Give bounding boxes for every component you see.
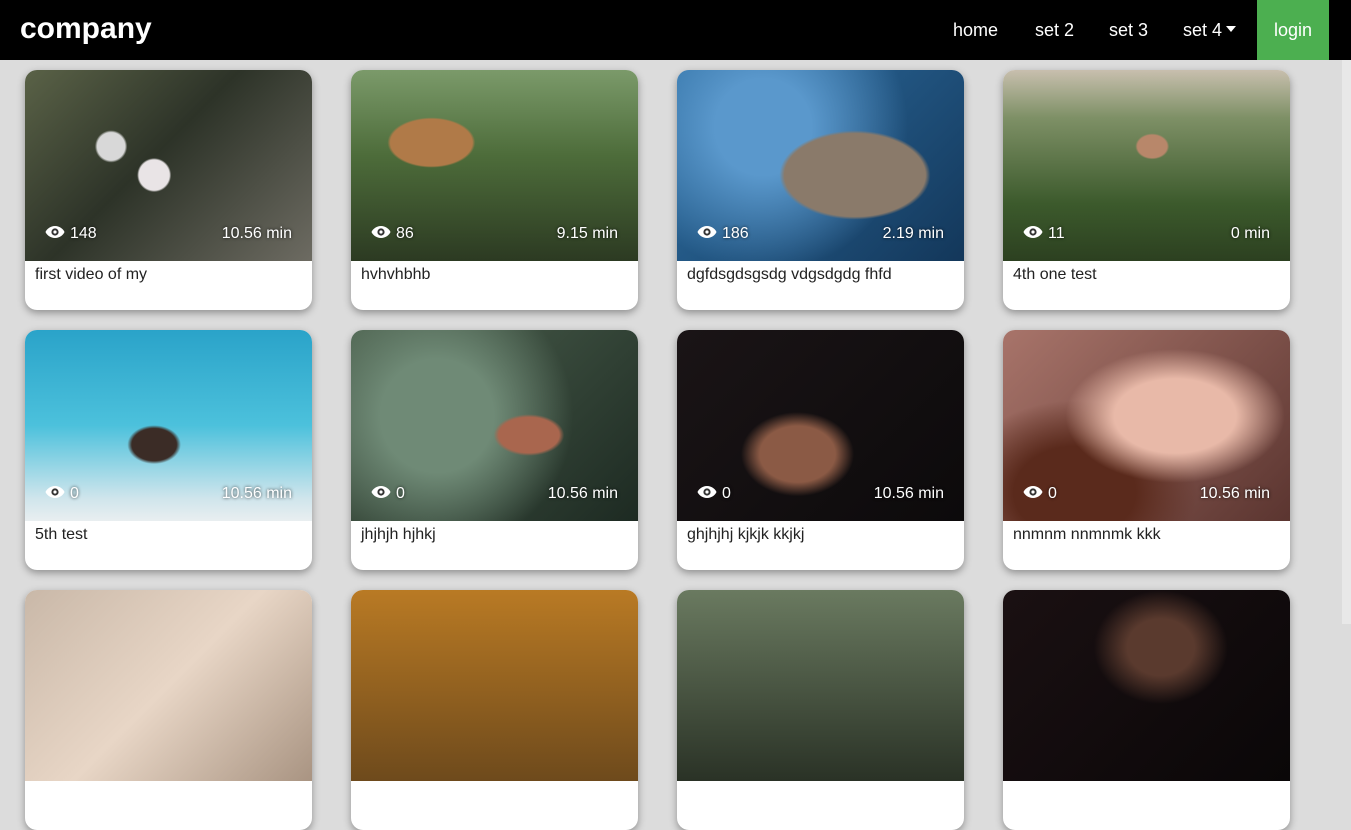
nav-home-link[interactable]: home	[953, 0, 998, 60]
view-count: 11	[1023, 224, 1065, 244]
video-title[interactable]: ghjhjhj kjkjk kkjkj	[687, 525, 804, 545]
video-title[interactable]: nnmnm nnmnmk kkk	[1013, 525, 1161, 545]
video-duration: 10.56 min	[873, 485, 944, 502]
video-duration: 10.56 min	[221, 225, 292, 242]
video-card[interactable]: 0 10.56 min 5th test	[25, 330, 312, 570]
video-duration: 10.56 min	[547, 485, 618, 502]
nav-set-4-dropdown[interactable]: set 4	[1183, 0, 1237, 60]
view-count: 148	[45, 224, 97, 244]
view-count: 86	[371, 224, 414, 244]
caret-down-icon	[1226, 26, 1237, 33]
eye-icon	[1023, 225, 1043, 238]
video-thumbnail[interactable]	[351, 590, 638, 781]
video-card[interactable]: 86 9.15 min hvhvhbhb	[351, 70, 638, 310]
video-card[interactable]	[1003, 590, 1290, 830]
top-navbar: company home set 2 set 3 set 4 login	[0, 0, 1351, 60]
eye-icon	[697, 225, 717, 238]
eye-icon	[45, 485, 65, 498]
video-card[interactable]: 11 0 min 4th one test	[1003, 70, 1290, 310]
eye-icon	[45, 225, 65, 238]
video-card[interactable]: 0 10.56 min ghjhjhj kjkjk kkjkj	[677, 330, 964, 570]
view-count: 0	[371, 484, 405, 504]
video-card[interactable]	[351, 590, 638, 830]
video-duration: 9.15 min	[556, 225, 618, 242]
nav-set-4-label: set 4	[1183, 20, 1223, 40]
video-title[interactable]: 4th one test	[1013, 265, 1097, 285]
video-title[interactable]: hvhvhbhb	[361, 265, 430, 285]
eye-icon	[697, 485, 717, 498]
view-count: 186	[697, 224, 749, 244]
video-title[interactable]: 5th test	[35, 525, 87, 545]
video-title[interactable]: jhjhjh hjhkj	[361, 525, 436, 545]
video-card[interactable]: 186 2.19 min dgfdsgdsgsdg vdgsdgdg fhfd	[677, 70, 964, 310]
nav-set-2-link[interactable]: set 2	[1035, 0, 1074, 60]
video-card[interactable]: 0 10.56 min nnmnm nnmnmk kkk	[1003, 330, 1290, 570]
video-duration: 10.56 min	[221, 485, 292, 502]
brand-logo[interactable]: company	[20, 8, 152, 50]
view-count: 0	[45, 484, 79, 504]
video-card[interactable]	[25, 590, 312, 830]
video-thumbnail[interactable]	[677, 590, 964, 781]
video-card[interactable]: 0 10.56 min jhjhjh hjhkj	[351, 330, 638, 570]
video-thumbnail[interactable]	[1003, 590, 1290, 781]
video-thumbnail[interactable]	[25, 590, 312, 781]
video-duration: 2.19 min	[882, 225, 944, 242]
video-title[interactable]: first video of my	[35, 265, 147, 285]
eye-icon	[371, 485, 391, 498]
view-count: 0	[697, 484, 731, 504]
video-card[interactable]	[677, 590, 964, 830]
video-duration: 0 min	[1230, 225, 1270, 242]
login-button[interactable]: login	[1257, 0, 1329, 60]
eye-icon	[1023, 485, 1043, 498]
video-duration: 10.56 min	[1199, 485, 1270, 502]
nav-set-3-link[interactable]: set 3	[1109, 0, 1148, 60]
video-card[interactable]: 148 10.56 min first video of my	[25, 70, 312, 310]
video-title[interactable]: dgfdsgdsgsdg vdgsdgdg fhfd	[687, 265, 892, 285]
view-count: 0	[1023, 484, 1057, 504]
page-scrollbar[interactable]	[1342, 60, 1351, 624]
eye-icon	[371, 225, 391, 238]
